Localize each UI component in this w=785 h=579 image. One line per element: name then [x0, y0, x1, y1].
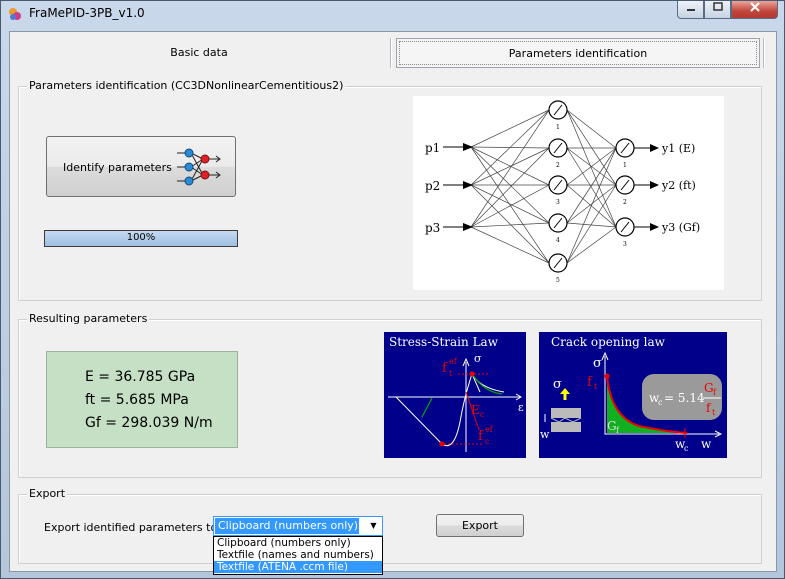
- ft-ef-sub: t: [449, 369, 453, 378]
- hidden-neuron-index: 5: [556, 277, 560, 284]
- fc-ef-label: f: [478, 429, 484, 444]
- formula-value: = 5.14: [664, 391, 705, 405]
- formula-wc-sub: c: [658, 398, 663, 407]
- crack-law-title: Crack opening law: [551, 335, 666, 349]
- nn-output-label: y2 (ft): [661, 179, 696, 192]
- hidden-neuron-index: 1: [556, 124, 560, 131]
- sigma-label: σ: [474, 352, 482, 365]
- tab-divider-right: [763, 38, 765, 68]
- ec-label: E: [471, 403, 480, 417]
- nn-output-label: y3 (Gf): [661, 221, 700, 234]
- results-group-label: Resulting parameters: [27, 312, 150, 325]
- hidden-neuron-index: 3: [556, 199, 560, 206]
- results-box: E = 36.785 GPa ft = 5.685 MPa Gf = 298.0…: [46, 351, 238, 448]
- identification-group-label: Parameters identification (CC3DNonlinear…: [27, 79, 346, 92]
- specimen-sigma-label: σ: [553, 377, 562, 392]
- export-target-dropdown: Clipboard (numbers only) Textfile (names…: [213, 536, 383, 575]
- specimen-w-label: w: [540, 428, 550, 441]
- export-option-clipboard[interactable]: Clipboard (numbers only): [214, 537, 382, 549]
- export-target-label: Export identified parameters to:: [44, 521, 221, 534]
- minimize-icon: [686, 9, 695, 11]
- tab-parameters-identification[interactable]: Parameters identification: [396, 38, 760, 68]
- result-e: E = 36.785 GPa: [85, 369, 196, 385]
- nn-input-label: p1: [425, 141, 440, 155]
- epsilon-label: ε: [518, 401, 524, 414]
- result-ft: ft = 5.685 MPa: [85, 392, 189, 408]
- ft-ef-sup: ef: [449, 357, 458, 366]
- minimize-button[interactable]: [677, 1, 704, 19]
- wc-sub: c: [684, 444, 689, 453]
- neural-network-diagram: p1 p2 p3 1 2 3 4 5 1 y1 (E) 2 y2 (ft) 3 y3 (Gf): [413, 96, 724, 290]
- client-area: Basic data Parameters identification Par…: [9, 31, 777, 575]
- maximize-icon: [712, 2, 723, 11]
- title-bar[interactable]: FraMePID-3PB_v1.0: [1, 1, 784, 27]
- export-option-atena[interactable]: Textfile (ATENA .ccm file): [214, 561, 382, 573]
- chevron-down-icon[interactable]: ▼: [365, 517, 382, 535]
- ec-sub: c: [480, 410, 485, 419]
- result-gf: Gf = 298.039 N/m: [85, 415, 213, 431]
- maximize-button[interactable]: [704, 1, 731, 19]
- neural-network-icon: [177, 148, 221, 186]
- fc-ef-sup: ef: [485, 425, 494, 434]
- nn-input-label: p2: [425, 179, 440, 193]
- nn-input-label: p3: [425, 221, 440, 235]
- output-neuron-index: 2: [623, 199, 627, 206]
- ft-ef-label: f: [442, 361, 448, 376]
- stress-strain-title: Stress-Strain Law: [389, 335, 499, 349]
- hidden-neuron-index: 2: [556, 162, 560, 169]
- stress-strain-law-diagram: Stress-Strain Law f t ef σ ε E c f c ef: [384, 332, 526, 458]
- identify-parameters-button[interactable]: Identify parameters: [46, 136, 236, 197]
- output-neuron-index: 1: [623, 162, 627, 169]
- app-icon: [9, 8, 21, 20]
- export-target-selected: Clipboard (numbers only): [215, 518, 359, 534]
- identification-progress-bar: 100%: [44, 230, 238, 247]
- identify-parameters-label: Identify parameters: [63, 161, 172, 174]
- crack-opening-law-diagram: Crack opening law σ f t G f w c w w c = …: [539, 332, 727, 458]
- crack-sigma-label: σ: [593, 356, 602, 371]
- crack-ft-sub: t: [594, 382, 598, 391]
- close-button[interactable]: [731, 1, 778, 19]
- fc-ef-sub: c: [485, 437, 490, 446]
- w-axis-label: w: [701, 437, 712, 451]
- export-target-select[interactable]: Clipboard (numbers only) ▼: [213, 516, 383, 536]
- crack-ft-label: f: [587, 375, 593, 390]
- close-icon: [749, 2, 760, 12]
- export-group-label: Export: [27, 487, 68, 500]
- export-option-textfile[interactable]: Textfile (names and numbers): [214, 549, 382, 561]
- hidden-neuron-index: 4: [556, 237, 560, 244]
- export-button[interactable]: Export: [436, 514, 524, 537]
- tab-basic-data[interactable]: Basic data: [10, 38, 388, 68]
- tab-divider: [390, 38, 392, 68]
- window-title: FraMePID-3PB_v1.0: [29, 6, 145, 20]
- progress-text: 100%: [126, 232, 156, 243]
- output-neuron-index: 3: [623, 241, 627, 248]
- app-window: FraMePID-3PB_v1.0 Basic data Parameters …: [0, 0, 785, 579]
- nn-output-label: y1 (E): [661, 142, 695, 155]
